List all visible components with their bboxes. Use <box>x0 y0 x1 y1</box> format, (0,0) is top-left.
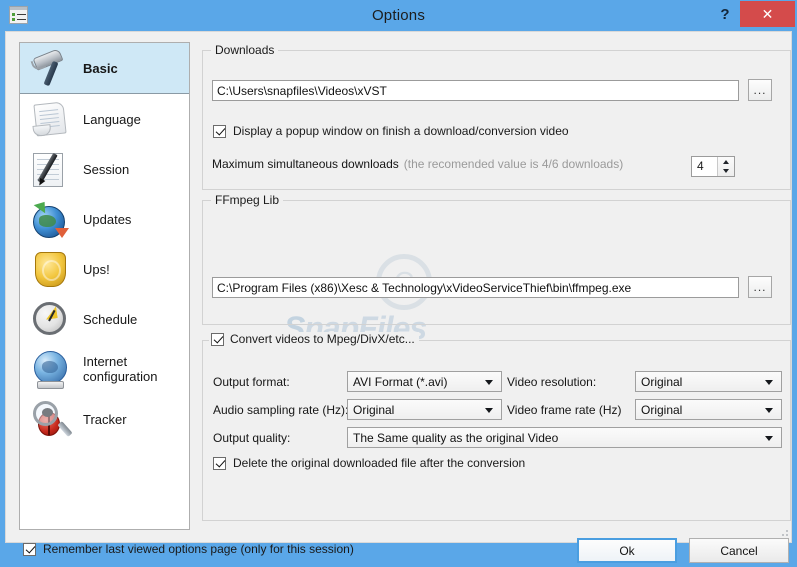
ok-button[interactable]: Ok <box>577 538 677 563</box>
sidebar-item-session[interactable]: Session <box>20 144 189 194</box>
video-resolution-select[interactable]: Original <box>635 371 782 392</box>
cancel-button[interactable]: Cancel <box>689 538 789 563</box>
globe-network-icon <box>29 348 71 390</box>
remember-last-page-label: Remember last viewed options page (only … <box>43 542 354 556</box>
audio-sampling-rate-label: Audio sampling rate (Hz): <box>213 403 349 417</box>
sidebar-item-label: Internet configuration <box>83 354 158 384</box>
stepper-up-icon[interactable] <box>718 157 734 167</box>
ffmpeg-path-browse-button[interactable]: ... <box>748 276 772 298</box>
ffmpeg-group-title: FFmpeg Lib <box>211 193 284 207</box>
remember-last-page-checkbox[interactable]: Remember last viewed options page (only … <box>23 542 354 556</box>
output-quality-label: Output quality: <box>213 431 291 445</box>
checkbox-box <box>213 456 226 470</box>
video-frame-rate-select[interactable]: Original <box>635 399 782 420</box>
sidebar-item-schedule[interactable]: Schedule <box>20 294 189 344</box>
stepper-arrows[interactable] <box>717 157 734 176</box>
options-list-icon <box>9 6 28 24</box>
sidebar-item-ups[interactable]: Ups! <box>20 244 189 294</box>
sidebar-item-tracker[interactable]: Tracker <box>20 394 189 444</box>
sidebar-item-label: Schedule <box>83 311 138 327</box>
output-quality-select[interactable]: The Same quality as the original Video <box>347 427 782 448</box>
delete-original-label: Delete the original downloaded file afte… <box>233 456 526 470</box>
popup-on-finish-checkbox[interactable]: Display a popup window on finish a downl… <box>213 124 569 138</box>
sidebar-item-label: Ups! <box>83 261 110 277</box>
chevron-down-icon <box>765 379 773 385</box>
output-format-value: AVI Format (*.avi) <box>353 374 448 389</box>
checkbox-box <box>23 542 36 556</box>
audio-sampling-rate-select[interactable]: Original <box>347 399 502 420</box>
hammer-icon <box>29 47 71 89</box>
audio-sampling-rate-value: Original <box>353 402 395 417</box>
sidebar-item-label: Updates <box>83 211 132 227</box>
sidebar-item-label: Session <box>83 161 130 177</box>
sidebar-item-internet-configuration[interactable]: Internet configuration <box>20 344 189 394</box>
dialog-client-area: SnapFiles Basic Language Session <box>5 31 792 563</box>
popup-on-finish-label: Display a popup window on finish a downl… <box>233 124 569 138</box>
chevron-down-icon <box>765 435 773 441</box>
help-button[interactable]: ? <box>710 0 740 28</box>
downloads-group-title: Downloads <box>211 43 279 57</box>
notepad-pen-icon <box>29 148 71 190</box>
globe-update-icon <box>29 197 71 240</box>
convert-videos-checkbox[interactable]: Convert videos to Mpeg/DivX/etc... <box>209 332 419 346</box>
chevron-down-icon <box>485 379 493 385</box>
stepper-down-icon[interactable] <box>718 167 734 177</box>
titlebar-buttons: ? ✕ <box>710 0 797 31</box>
video-frame-rate-value: Original <box>641 402 683 417</box>
output-format-label: Output format: <box>213 375 290 389</box>
download-path-input[interactable]: C:\Users\snapfiles\Videos\xVST <box>212 79 739 101</box>
output-quality-value: The Same quality as the original Video <box>353 430 559 445</box>
max-downloads-label: Maximum simultaneous downloads <box>212 157 399 171</box>
output-format-select[interactable]: AVI Format (*.avi) <box>347 371 502 392</box>
title-bar: Options ? ✕ <box>0 0 797 31</box>
sidebar-item-updates[interactable]: Updates <box>20 194 189 244</box>
download-path-browse-button[interactable]: ... <box>748 79 772 101</box>
convert-group-title: Convert videos to Mpeg/DivX/etc... <box>230 332 415 346</box>
ffmpeg-path-input[interactable]: C:\Program Files (x86)\Xesc & Technology… <box>212 276 739 298</box>
convert-group: Convert videos to Mpeg/DivX/etc... Outpu… <box>202 332 791 521</box>
dialog-footer: Remember last viewed options page (only … <box>19 537 789 567</box>
clock-icon <box>29 298 71 340</box>
options-category-list[interactable]: Basic Language Session Updates Ups! Sche… <box>19 42 190 530</box>
downloads-group: Downloads C:\Users\snapfiles\Videos\xVST… <box>202 43 791 190</box>
checkbox-box <box>213 124 226 138</box>
shield-icon <box>29 248 71 290</box>
max-downloads-stepper[interactable]: 4 <box>691 156 735 177</box>
video-frame-rate-label: Video frame rate (Hz) <box>507 403 622 417</box>
max-downloads-value: 4 <box>697 159 704 173</box>
sidebar-item-language[interactable]: Language <box>20 94 189 144</box>
max-downloads-hint: (the recomended value is 4/6 downloads) <box>403 157 624 171</box>
video-resolution-label: Video resolution: <box>507 375 597 389</box>
video-resolution-value: Original <box>641 374 683 389</box>
sidebar-item-label: Tracker <box>83 411 127 427</box>
bug-magnifier-icon <box>29 398 73 440</box>
delete-original-checkbox[interactable]: Delete the original downloaded file afte… <box>213 456 525 470</box>
options-dialog: Options ? ✕ SnapFiles Basic Language <box>0 0 797 563</box>
ffmpeg-group: FFmpeg Lib C:\Program Files (x86)\Xesc &… <box>202 193 791 325</box>
sidebar-item-label: Language <box>83 111 141 127</box>
sidebar-item-basic[interactable]: Basic <box>20 43 189 94</box>
window-title: Options <box>371 7 426 24</box>
chevron-down-icon <box>485 407 493 413</box>
sidebar-item-label: Basic <box>83 60 118 76</box>
document-icon <box>29 98 71 140</box>
options-panel: Downloads C:\Users\snapfiles\Videos\xVST… <box>202 42 791 530</box>
checkbox-box <box>211 332 224 346</box>
chevron-down-icon <box>765 407 773 413</box>
close-button[interactable]: ✕ <box>740 1 795 27</box>
